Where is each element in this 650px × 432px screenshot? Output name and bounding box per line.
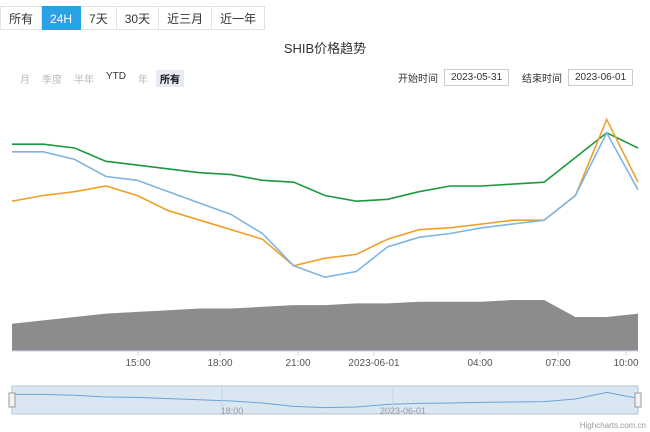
x-tick-label: 07:00 — [545, 358, 570, 369]
navigator-window[interactable] — [11, 385, 639, 415]
navigator-tick-label: 18:00 — [221, 406, 244, 416]
x-tick-label: 18:00 — [207, 358, 232, 369]
volume-area-shape — [12, 300, 638, 351]
series-line-2 — [11, 117, 639, 267]
x-tick-label: 04:00 — [467, 358, 492, 369]
chart-credit: Highcharts.com.cn — [580, 421, 646, 430]
x-tick-label: 10:00 — [613, 358, 638, 369]
x-tick-label: 21:00 — [285, 358, 310, 369]
x-tick-label: 15:00 — [125, 358, 150, 369]
series-line-1 — [12, 131, 639, 203]
navigator-tick-label: 2023-06-01 — [380, 406, 426, 416]
navigator-handle-left[interactable] — [8, 392, 16, 408]
price-series — [11, 117, 639, 279]
price-chart: 15:00 18:00 21:00 2023-06-01 04:00 07:00 10:00… — [8, 117, 646, 430]
navigator[interactable]: 18:00 2023-06-01 — [8, 385, 642, 416]
series-line-3 — [12, 131, 639, 279]
x-tick-label: 2023-06-01 — [348, 358, 400, 369]
x-axis: 15:00 18:00 21:00 2023-06-01 04:00 07:00 10:00 — [12, 350, 639, 369]
navigator-handle-right[interactable] — [634, 392, 642, 408]
volume-area — [12, 300, 638, 351]
